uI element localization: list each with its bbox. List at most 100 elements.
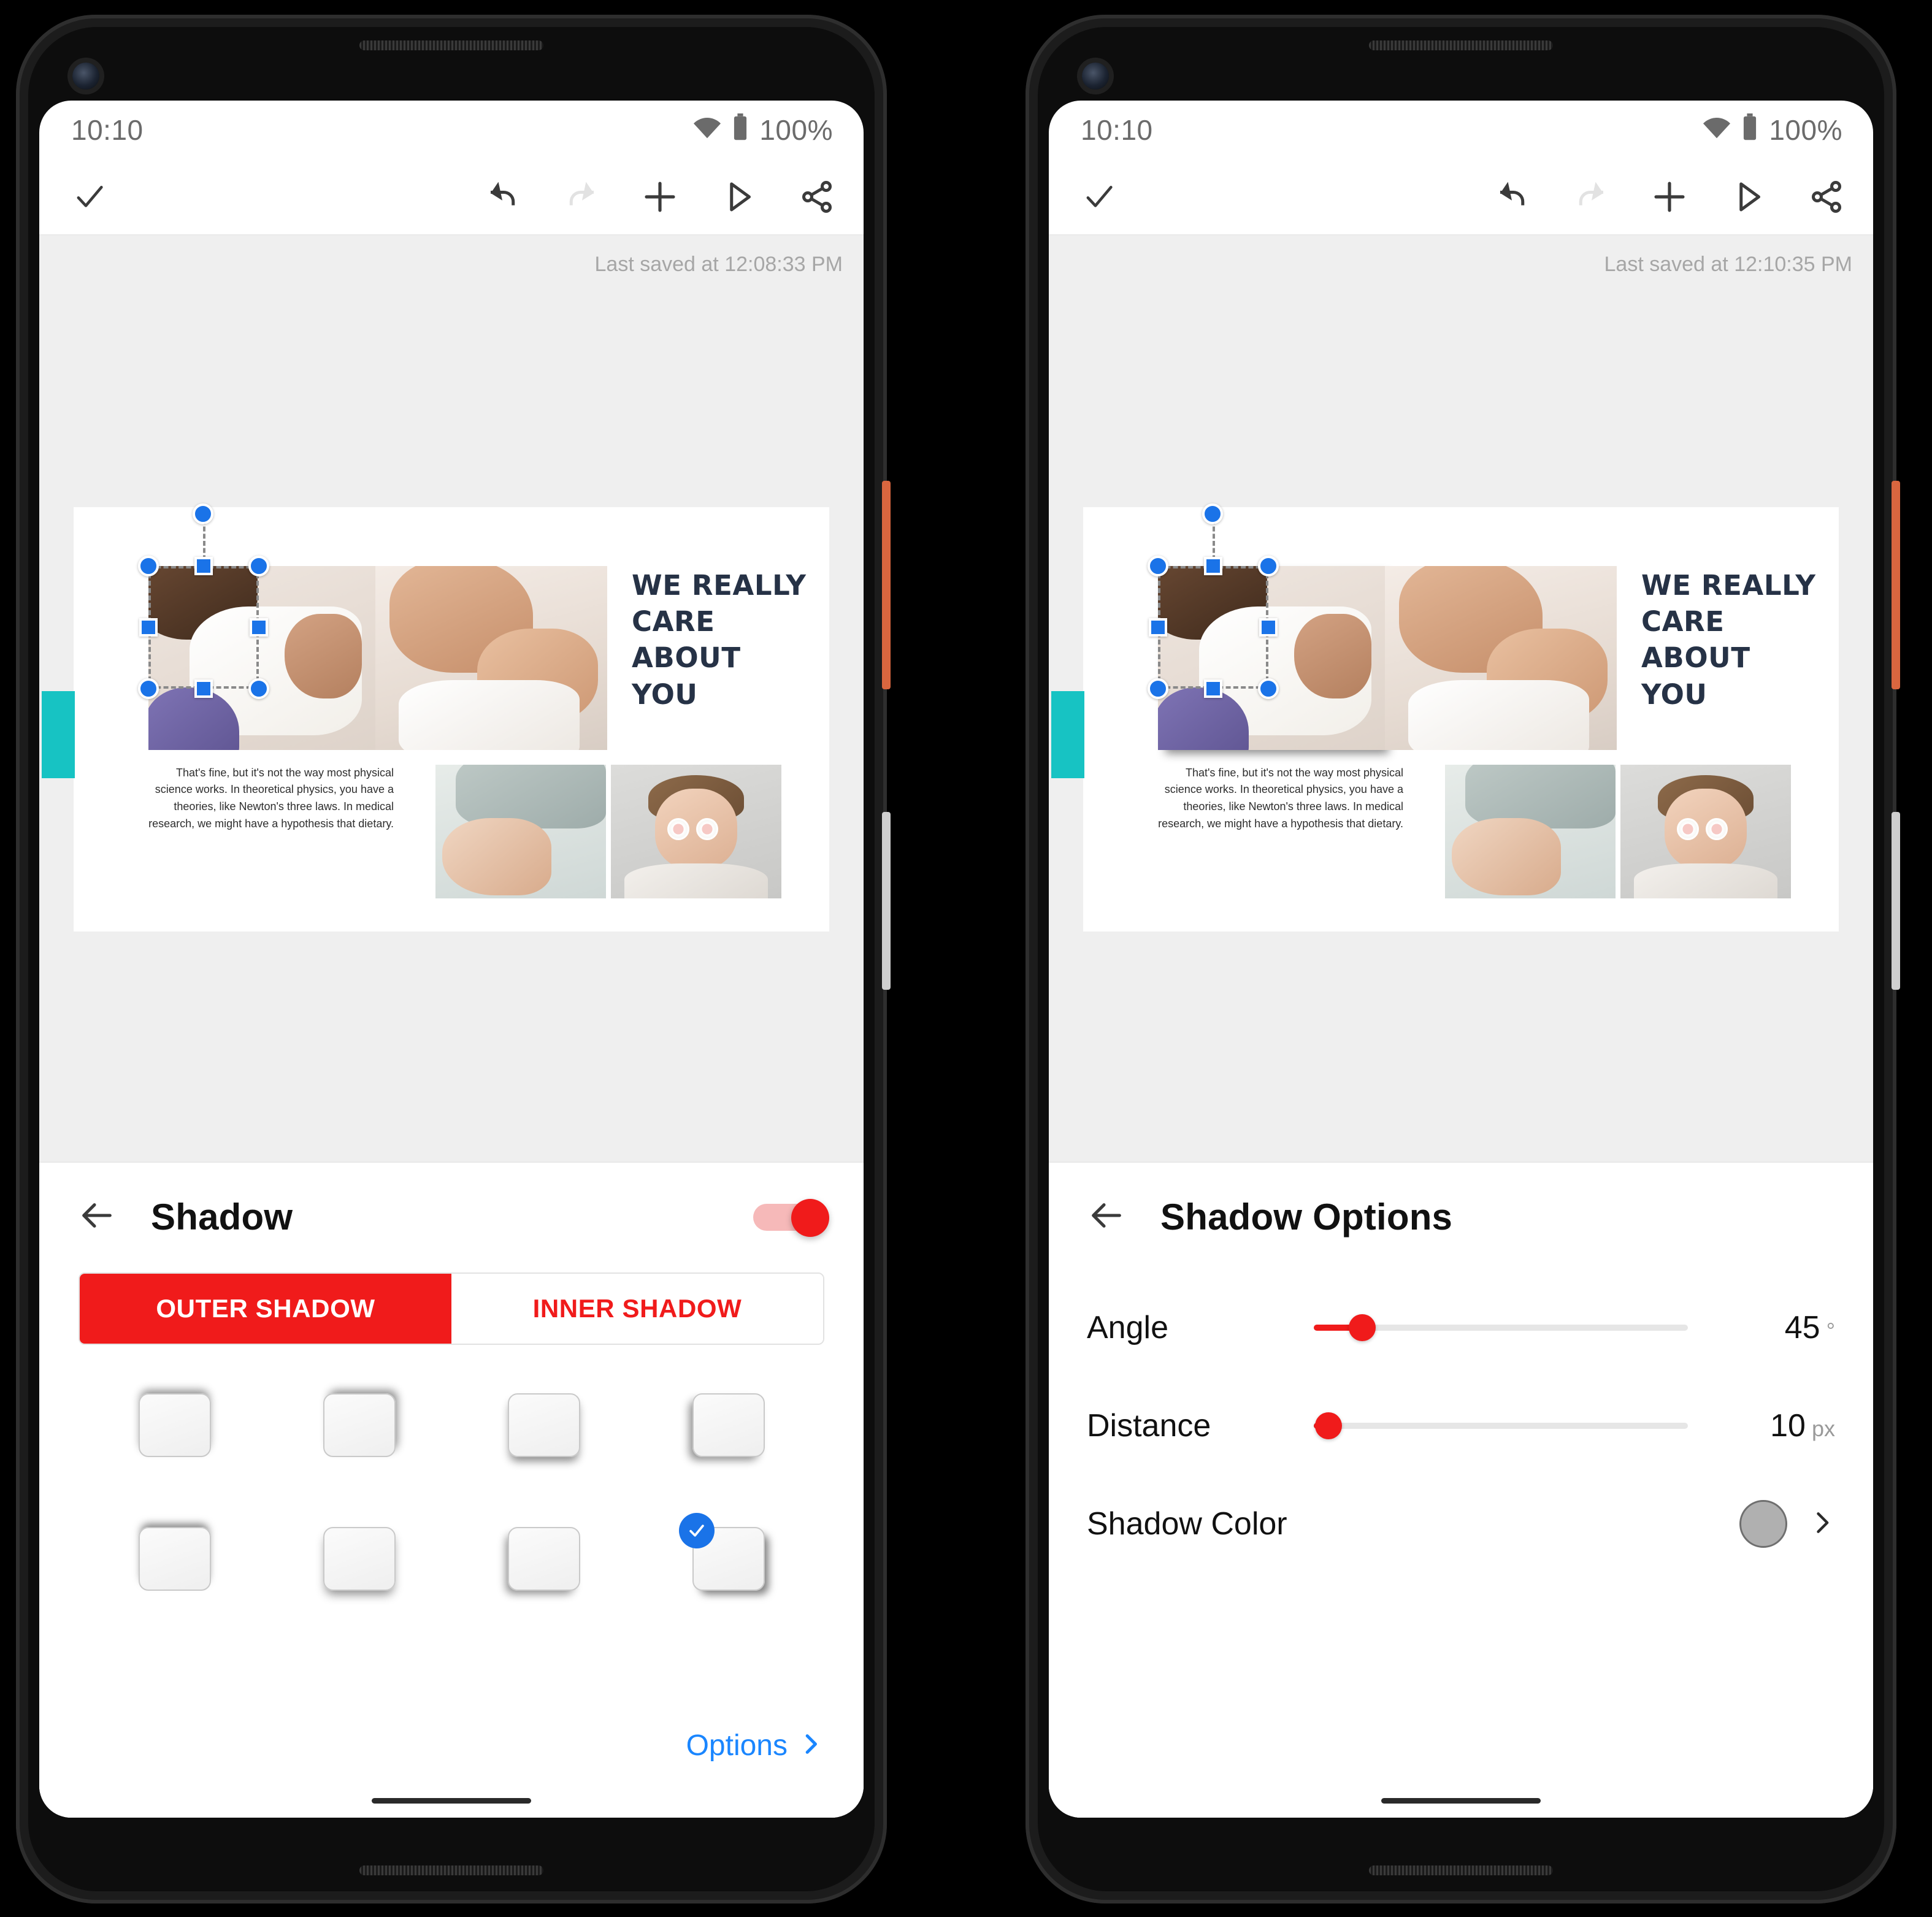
- redo-icon: [561, 176, 602, 218]
- bandaged-hand-photo[interactable]: [1445, 764, 1616, 898]
- angle-slider[interactable]: [1314, 1309, 1688, 1346]
- slide[interactable]: WE REALLY CARE ABOUT YOU That's fine, bu…: [42, 503, 829, 932]
- handle-top-right[interactable]: [248, 555, 269, 576]
- shadow-preset-2[interactable]: [320, 1390, 399, 1460]
- distance-slider[interactable]: [1314, 1407, 1688, 1444]
- status-bar: 10:10 100%: [39, 101, 864, 159]
- massage-foot-photo[interactable]: [375, 565, 607, 750]
- slide[interactable]: WE REALLY CARE ABOUT YOU That's fine, bu…: [1051, 503, 1839, 932]
- angle-value: 45: [1784, 1310, 1820, 1345]
- shadow-preset-5[interactable]: [135, 1524, 215, 1594]
- status-time: 10:10: [71, 114, 144, 146]
- chevron-right-icon[interactable]: [799, 1732, 823, 1759]
- plus-icon[interactable]: [1649, 176, 1690, 218]
- woman-eyes-photo[interactable]: [611, 764, 781, 898]
- options-row[interactable]: Options: [39, 1729, 864, 1783]
- shadow-color-swatch[interactable]: [1739, 1500, 1787, 1548]
- handle-top-right[interactable]: [1258, 555, 1279, 576]
- undo-icon[interactable]: [482, 176, 524, 218]
- segment-outer-shadow[interactable]: OUTER SHADOW: [80, 1274, 451, 1344]
- handle-bottom-center[interactable]: [1204, 679, 1222, 698]
- chevron-right-icon[interactable]: [1808, 1509, 1835, 1539]
- accent-bar: [1051, 691, 1084, 778]
- plus-icon[interactable]: [639, 176, 681, 218]
- handle-mid-right[interactable]: [250, 618, 268, 637]
- distance-value: 10: [1770, 1408, 1806, 1444]
- last-saved-label: Last saved at 12:08:33 PM: [594, 253, 843, 276]
- power-button[interactable]: [882, 481, 891, 689]
- shadow-preset-1[interactable]: [135, 1390, 215, 1460]
- check-icon[interactable]: [1078, 176, 1120, 218]
- shadow-preset-3[interactable]: [504, 1390, 584, 1460]
- shadow-options-header: Shadow Options: [1049, 1163, 1873, 1238]
- earpiece-speaker-icon: [359, 40, 543, 50]
- angle-row: Angle 45 °: [1049, 1279, 1873, 1377]
- undo-icon[interactable]: [1492, 176, 1533, 218]
- toggle-knob: [791, 1198, 829, 1237]
- panel-title: Shadow Options: [1160, 1196, 1453, 1238]
- distance-slider-thumb[interactable]: [1315, 1412, 1343, 1439]
- play-icon[interactable]: [718, 176, 759, 218]
- toolbar-left-group: [69, 176, 110, 218]
- accent-bar: [42, 691, 75, 778]
- volume-button[interactable]: [1892, 812, 1900, 990]
- bottom-speaker-icon: [1369, 1865, 1553, 1875]
- share-icon[interactable]: [796, 176, 838, 218]
- shadow-toggle[interactable]: [753, 1198, 829, 1237]
- handle-mid-left[interactable]: [1149, 618, 1167, 637]
- lower-image-row: [435, 764, 781, 898]
- shadow-type-segmented-control: OUTER SHADOW INNER SHADOW: [79, 1272, 824, 1345]
- arrow-left-icon[interactable]: [77, 1196, 117, 1238]
- shadow-preset-8[interactable]: [678, 1513, 769, 1594]
- shadow-color-row[interactable]: Shadow Color: [1049, 1475, 1873, 1573]
- editor-toolbar: [39, 159, 864, 235]
- shadow-preset-4[interactable]: [689, 1390, 769, 1460]
- handle-bottom-left[interactable]: [1148, 678, 1168, 699]
- slide-body-text[interactable]: That's fine, but it's not the way most p…: [148, 765, 394, 833]
- wifi-icon: [693, 113, 721, 147]
- toolbar-right-group: [1492, 176, 1847, 218]
- bandaged-hand-photo[interactable]: [435, 764, 606, 898]
- slide-canvas-right[interactable]: Last saved at 12:10:35 PM WE REALLY CARE…: [1049, 235, 1873, 1161]
- shadow-preset-6[interactable]: [320, 1524, 399, 1594]
- handle-bottom-right[interactable]: [1258, 678, 1279, 699]
- shadow-preset-7[interactable]: [504, 1524, 584, 1594]
- slide-headline[interactable]: WE REALLY CARE ABOUT YOU: [632, 567, 816, 713]
- angle-slider-thumb[interactable]: [1349, 1314, 1376, 1341]
- volume-button[interactable]: [882, 812, 891, 990]
- power-button[interactable]: [1892, 481, 1900, 689]
- rotate-handle[interactable]: [193, 503, 213, 524]
- share-icon[interactable]: [1806, 176, 1847, 218]
- handle-top-center[interactable]: [194, 556, 213, 575]
- handle-top-left[interactable]: [1148, 555, 1168, 576]
- slide-body-text[interactable]: That's fine, but it's not the way most p…: [1158, 765, 1403, 833]
- slide-canvas-left[interactable]: Last saved at 12:08:33 PM WE REALLY CARE…: [39, 235, 864, 1161]
- handle-bottom-right[interactable]: [248, 678, 269, 699]
- segment-inner-shadow[interactable]: INNER SHADOW: [451, 1274, 823, 1344]
- front-camera-icon: [1082, 63, 1109, 90]
- toolbar-right-group: [482, 176, 838, 218]
- handle-top-left[interactable]: [138, 555, 159, 576]
- bottom-speaker-icon: [359, 1865, 543, 1875]
- angle-label: Angle: [1087, 1310, 1168, 1345]
- handle-top-center[interactable]: [1204, 556, 1222, 575]
- arrow-left-icon[interactable]: [1087, 1196, 1126, 1238]
- status-bar: 10:10 100%: [1049, 101, 1873, 159]
- phone-body-right: 10:10 100% Last saved at 12:10:35 PM WE …: [1038, 27, 1884, 1891]
- woman-eyes-photo[interactable]: [1620, 764, 1791, 898]
- handle-bottom-center[interactable]: [194, 679, 213, 698]
- handle-mid-left[interactable]: [139, 618, 158, 637]
- slide-headline[interactable]: WE REALLY CARE ABOUT YOU: [1641, 567, 1825, 713]
- battery-icon: [732, 113, 748, 147]
- massage-foot-photo[interactable]: [1385, 565, 1617, 750]
- handle-mid-right[interactable]: [1259, 618, 1278, 637]
- rotate-handle[interactable]: [1202, 503, 1223, 524]
- handle-bottom-left[interactable]: [138, 678, 159, 699]
- redo-icon: [1570, 176, 1612, 218]
- shadow-panel: Shadow OUTER SHADOW INNER SHADOW Options: [39, 1161, 864, 1818]
- options-link-label[interactable]: Options: [686, 1729, 788, 1762]
- play-icon[interactable]: [1727, 176, 1769, 218]
- check-icon[interactable]: [69, 176, 110, 218]
- phone-body-left: 10:10 100% Last saved at 12:08:33 PM WE …: [28, 27, 875, 1891]
- toolbar-left-group: [1078, 176, 1120, 218]
